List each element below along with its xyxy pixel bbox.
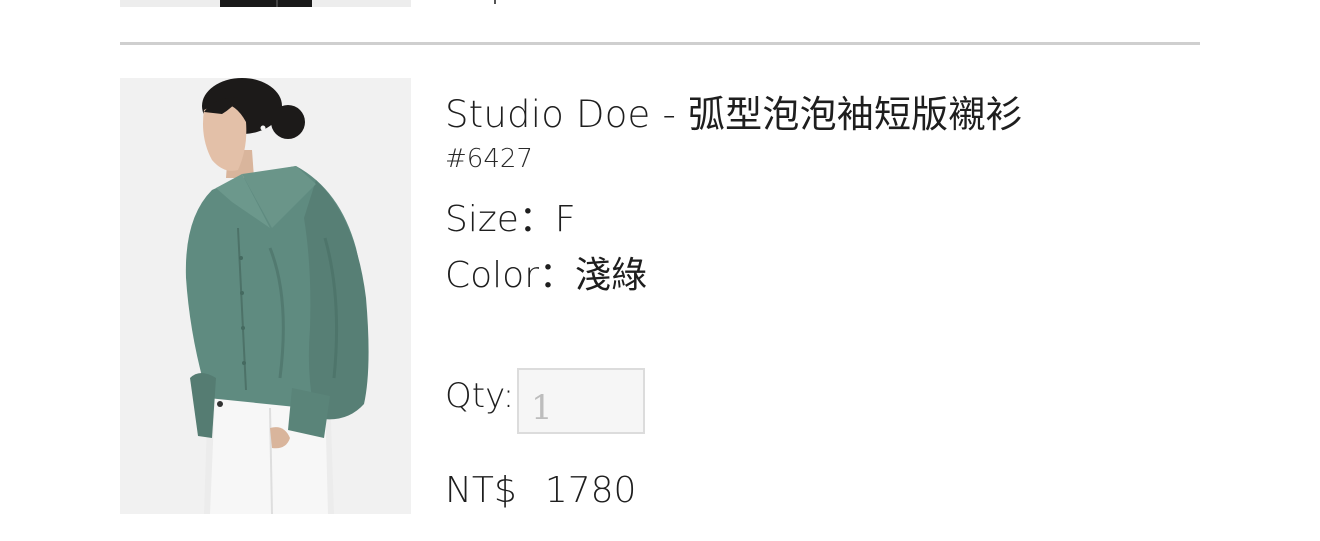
cart-page: Studio Doe - 弧型泡泡袖短版襯衫 #6427 Size：F Colo…: [0, 0, 1320, 541]
color-label: Color：: [445, 255, 575, 296]
price-value: 1780: [544, 470, 637, 511]
previous-item-thumbnail[interactable]: [120, 0, 411, 7]
previous-item-text-fragment: [494, 0, 496, 4]
quantity-label: Qty:: [445, 376, 515, 416]
color-row: Color：淺綠: [445, 246, 647, 298]
price-currency: NT$: [445, 470, 517, 511]
price-row: NT$ 1780: [445, 470, 636, 511]
color-value: 淺綠: [575, 255, 648, 296]
product-title[interactable]: Studio Doe - 弧型泡泡袖短版襯衫: [445, 84, 1023, 138]
item-divider: [120, 42, 1200, 45]
product-image[interactable]: [120, 78, 411, 514]
size-label: Size：: [445, 199, 555, 240]
quantity-input[interactable]: [517, 368, 645, 434]
product-sku: #6427: [445, 144, 533, 174]
size-value: F: [554, 199, 576, 240]
size-row: Size：F: [445, 190, 576, 242]
